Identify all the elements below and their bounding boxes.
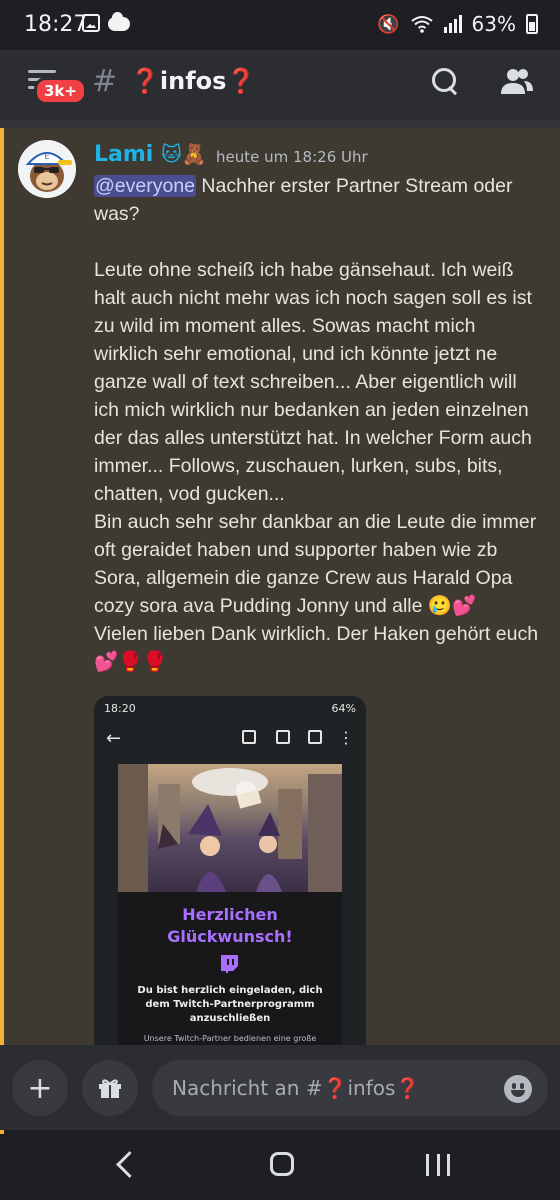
home-icon[interactable] [270, 1152, 294, 1176]
back-icon[interactable] [112, 1152, 138, 1178]
trash-icon [276, 730, 290, 744]
message-timestamp: heute um 18:26 Uhr [216, 148, 368, 166]
channel-header: 3k+ # ❓infos❓ [0, 50, 560, 120]
channel-name: infos [159, 67, 227, 95]
message-body: Leute ohne scheiß ich habe gänsehaut. Ic… [94, 259, 539, 673]
avatar[interactable]: E [18, 140, 76, 198]
message-author[interactable]: Lami 🐱🧸 [94, 142, 207, 167]
witch-owl-illustration [118, 764, 342, 892]
archive-icon [242, 730, 256, 744]
gallery-icon [82, 14, 100, 32]
recent-apps-icon[interactable] [426, 1154, 450, 1176]
mail-icon [308, 730, 322, 744]
monkey-avatar-icon: E [18, 140, 76, 198]
more-vertical-icon: ⋮ [338, 728, 354, 747]
message-input-placeholder: Nachricht an #❓infos❓ [172, 1076, 421, 1100]
congrats-headline: Herzlichen Glückwunsch! [167, 905, 293, 946]
system-nav-bar [0, 1134, 560, 1200]
image-attachment[interactable]: 18:20 64% ← ⋮ Herzlichen Glückwunsch! Du… [94, 696, 366, 1045]
message-content: @everyone Nachher erster Partner Stream … [94, 172, 544, 676]
svg-text:E: E [44, 152, 49, 161]
attachment-status-bar: 18:20 64% [94, 696, 366, 720]
add-attachment-button[interactable]: + [12, 1060, 68, 1116]
channel-suffix: ❓ [226, 67, 257, 95]
cloud-icon [108, 12, 130, 31]
arrow-left-icon: ← [106, 728, 122, 749]
channel-title[interactable]: ❓infos❓ [130, 67, 256, 95]
search-icon[interactable] [432, 68, 460, 96]
everyone-mention[interactable]: @everyone [94, 175, 197, 197]
message-input-bar: + Nachricht an #❓infos❓ [0, 1045, 560, 1130]
battery-percent: 63% [471, 12, 516, 36]
attachment-status-battery: 64% [331, 702, 356, 715]
message-list[interactable]: E Lami 🐱🧸 heute um 18:26 Uhr @everyone N… [0, 128, 560, 1045]
twitch-email: Herzlichen Glückwunsch! Du bist herzlich… [118, 764, 342, 1045]
signal-icon [443, 15, 462, 33]
emoji-icon[interactable] [504, 1075, 532, 1103]
battery-icon [526, 14, 538, 34]
unread-badge: 3k+ [34, 77, 87, 105]
partner-intro-text: Unsere Twitch-Partner bedienen eine groß… [143, 1034, 317, 1043]
plus-icon: + [27, 1071, 53, 1106]
gift-icon [99, 1079, 121, 1098]
author-emojis: 🐱🧸 [161, 142, 207, 166]
status-bar: 18:27 🔇 63% [0, 0, 560, 50]
status-time: 18:27 [24, 12, 88, 37]
attachment-status-time: 18:20 [104, 702, 136, 715]
attachment-toolbar: ← ⋮ [94, 720, 366, 758]
mute-icon: 🔇 [377, 13, 400, 35]
wifi-icon [410, 16, 433, 33]
hash-icon: # [92, 64, 118, 99]
invitation-text: Du bist herzlich eingeladen, dich dem Tw… [137, 985, 323, 1024]
gift-button[interactable] [82, 1060, 138, 1116]
members-icon[interactable] [500, 66, 534, 96]
channel-prefix: ❓ [130, 67, 160, 95]
header-separator [0, 120, 560, 128]
twitch-glitch-icon [221, 955, 238, 974]
illustration [118, 764, 342, 892]
